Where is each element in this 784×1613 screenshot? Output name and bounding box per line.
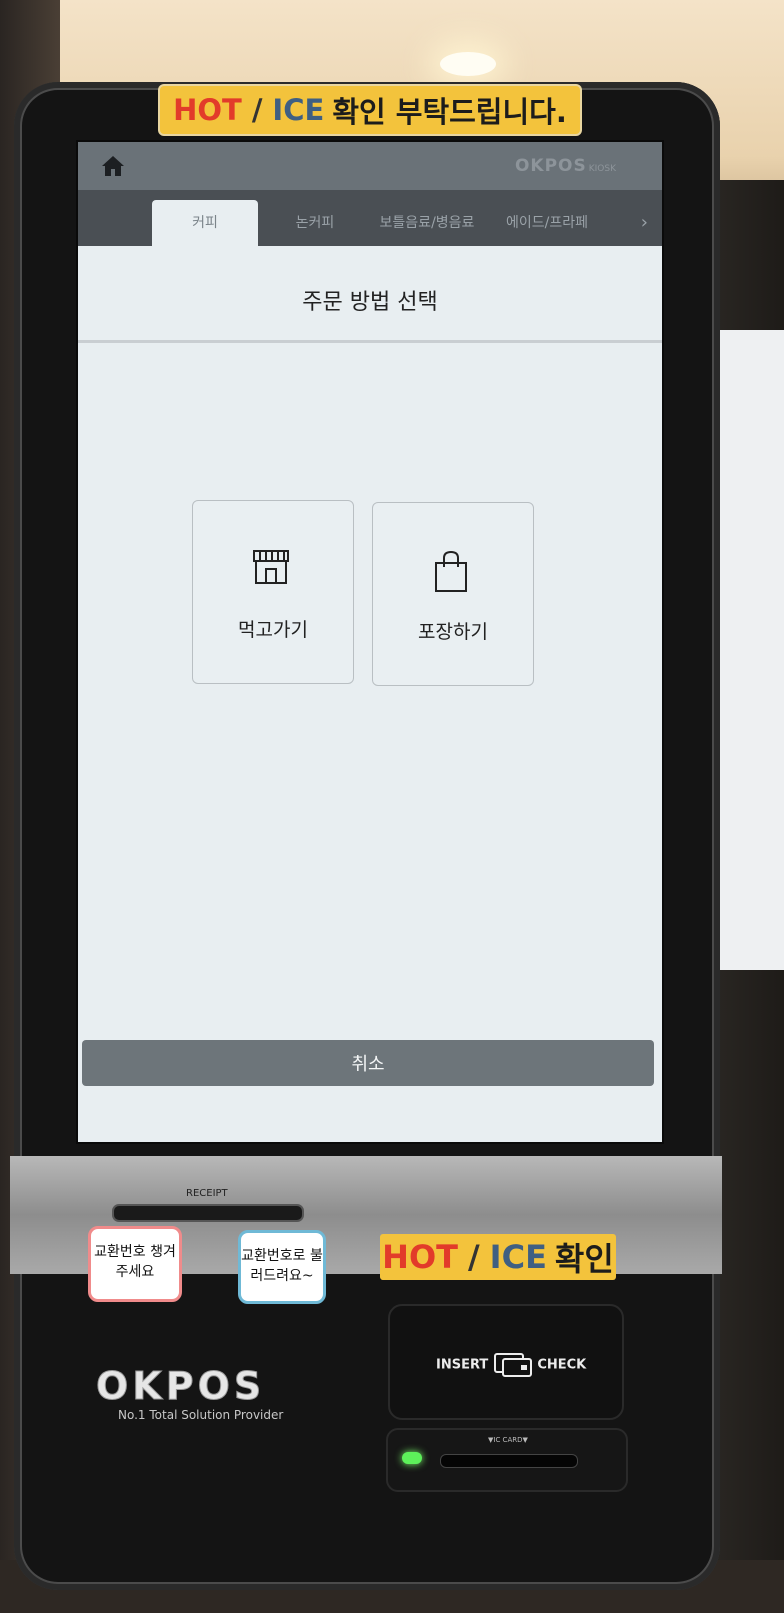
status-led <box>402 1452 422 1464</box>
card-reader[interactable]: INSERT CHECK <box>388 1304 624 1420</box>
sticker2-hot-text: HOT <box>382 1238 458 1276</box>
home-icon[interactable] <box>100 154 126 178</box>
hot-ice-sticker-bottom: HOT / ICE 확인 <box>380 1234 616 1280</box>
card-icon <box>493 1353 532 1377</box>
store-icon <box>253 550 289 584</box>
tab-non-coffee[interactable]: 논커피 <box>270 200 360 246</box>
sticker2-slash: / <box>467 1238 480 1276</box>
sticker2-korean-text: 확인 <box>554 1240 614 1278</box>
sticker-slash: / <box>251 93 263 127</box>
ic-card-slot <box>440 1454 578 1468</box>
brand-logo: OKPOS KIOSK <box>514 156 616 176</box>
takeout-button[interactable]: 포장하기 <box>372 502 534 686</box>
shopping-bag-icon <box>435 550 467 592</box>
sticker-hot-text: HOT <box>173 93 242 127</box>
receipt-label: RECEIPT <box>186 1188 228 1199</box>
receipt-slot <box>112 1204 304 1222</box>
hot-ice-sticker-top: HOT / ICE 확인 부탁드립니다. <box>160 86 580 134</box>
tab-coffee[interactable]: 커피 <box>152 200 258 246</box>
kiosk-screen: OKPOS KIOSK 커피 논커피 보틀음료/병음료 에이드/프라페 › 주문 … <box>76 140 664 1144</box>
ic-card-label: ▼IC CARD▼ <box>488 1436 528 1444</box>
screen-header: OKPOS KIOSK <box>78 142 662 190</box>
handwritten-note-left: 교환번호 챙겨주세요 <box>88 1226 182 1302</box>
ic-card-reader[interactable]: ▼IC CARD▼ <box>386 1428 628 1492</box>
dialog-title: 주문 방법 선택 <box>78 260 662 343</box>
sticker-ice-text: ICE <box>272 93 325 127</box>
handwritten-note-right: 교환번호로 불러드려요~ <box>238 1230 326 1304</box>
dine-in-label: 먹고가기 <box>238 619 308 641</box>
okpos-logo: OKPOS <box>95 1364 266 1409</box>
chevron-right-icon[interactable]: › <box>641 212 648 233</box>
tab-ade-frappe[interactable]: 에이드/프라페 <box>492 200 602 246</box>
card-reader-text: INSERT CHECK <box>436 1352 586 1378</box>
okpos-tagline: No.1 Total Solution Provider <box>118 1408 284 1422</box>
sticker2-ice-text: ICE <box>489 1238 547 1276</box>
category-tabs: 커피 논커피 보틀음료/병음료 에이드/프라페 › <box>78 190 662 246</box>
sticker-korean-text: 확인 부탁드립니다. <box>332 95 567 129</box>
tab-bottle-drinks[interactable]: 보틀음료/병음료 <box>370 200 484 246</box>
dine-in-button[interactable]: 먹고가기 <box>192 500 354 684</box>
cancel-button[interactable]: 취소 <box>82 1040 654 1086</box>
takeout-label: 포장하기 <box>418 621 488 643</box>
ceiling-lamp <box>440 52 496 76</box>
